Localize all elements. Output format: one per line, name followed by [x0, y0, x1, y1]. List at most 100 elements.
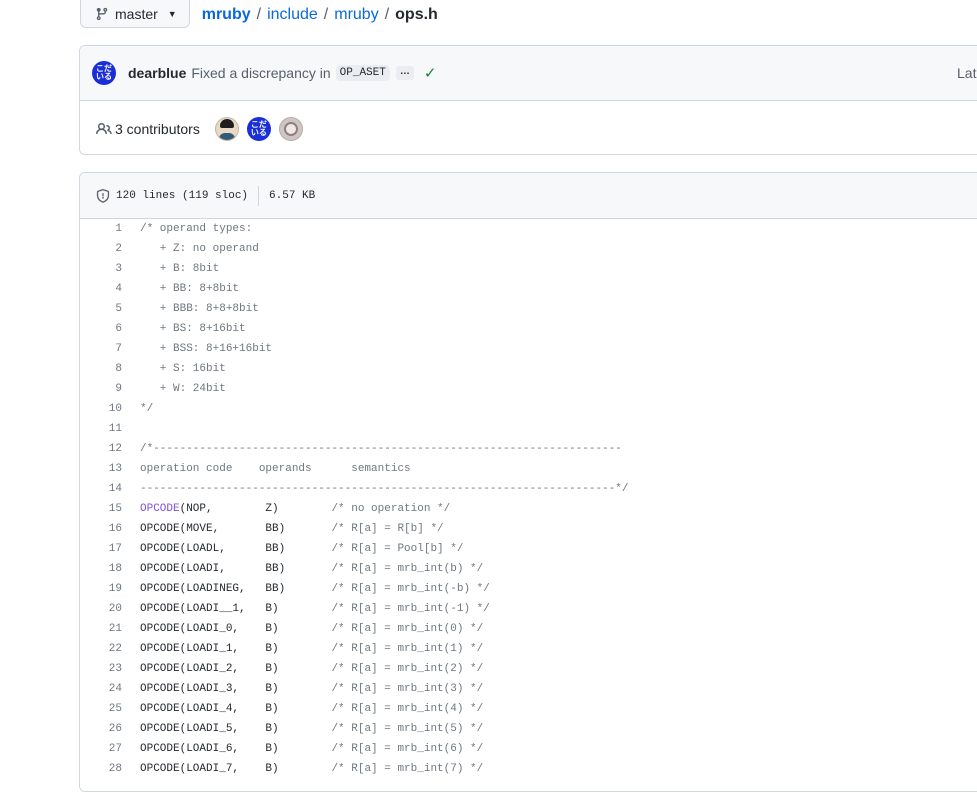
- caret-down-icon: ▼: [167, 8, 177, 19]
- line-number[interactable]: 15: [80, 499, 122, 519]
- code-line: 26 OPCODE(LOADI_5, B) /* R[a] = mrb_int(5…: [80, 719, 977, 739]
- breadcrumb-mruby-link[interactable]: mruby: [334, 6, 378, 24]
- line-number[interactable]: 10: [80, 399, 122, 419]
- contributor-avatar[interactable]: [214, 116, 239, 141]
- line-number[interactable]: 19: [80, 579, 122, 599]
- line-number[interactable]: 25: [80, 699, 122, 719]
- line-content: + BB: 8+8bit: [140, 283, 240, 295]
- contributors-count-link[interactable]: 3 contributors: [115, 121, 200, 137]
- line-number[interactable]: 6: [80, 319, 122, 339]
- code-line: 27 OPCODE(LOADI_6, B) /* R[a] = mrb_int(6…: [80, 739, 977, 759]
- line-number[interactable]: 26: [80, 719, 122, 739]
- line-number[interactable]: 13: [80, 459, 122, 479]
- divider: [258, 185, 260, 206]
- contributor-avatars: こだ いる: [214, 116, 303, 141]
- code-args: (LOADINEG, BB): [179, 583, 332, 595]
- branch-select-button[interactable]: master ▼: [80, 0, 190, 28]
- breadcrumb-repo-link[interactable]: mruby: [202, 6, 251, 24]
- latest-commit-label[interactable]: Late: [957, 65, 977, 81]
- line-number[interactable]: 21: [80, 619, 122, 639]
- commit-author-link[interactable]: dearblue: [128, 65, 186, 81]
- function-name: OPCODE: [140, 543, 180, 555]
- line-number[interactable]: 20: [80, 599, 122, 619]
- code-line: 10 */: [80, 399, 977, 419]
- contributor-avatar[interactable]: こだ いる: [246, 116, 271, 141]
- function-name: OPCODE: [140, 763, 180, 775]
- line-content: OPCODE(NOP, Z) /* no operation */: [140, 499, 450, 519]
- code-line: 19 OPCODE(LOADINEG, BB) /* R[a] = mrb_int…: [80, 579, 977, 599]
- code-args: (LOADI, BB): [179, 563, 332, 575]
- line-content: OPCODE(LOADI_1, B) /* R[a] = mrb_int(1) …: [140, 639, 483, 659]
- code-args: (LOADI__1, B): [179, 603, 332, 615]
- line-number[interactable]: 28: [80, 759, 122, 779]
- breadcrumb: mruby / include / mruby / ops.h: [202, 6, 438, 24]
- line-number[interactable]: 7: [80, 339, 122, 359]
- line-number[interactable]: 2: [80, 239, 122, 259]
- line-number[interactable]: 5: [80, 299, 122, 319]
- line-number[interactable]: 23: [80, 659, 122, 679]
- check-icon[interactable]: ✓: [424, 64, 437, 82]
- line-content: OPCODE(LOADI_5, B) /* R[a] = mrb_int(5) …: [140, 719, 483, 739]
- expand-commit-message-button[interactable]: …: [395, 66, 414, 80]
- commit-message-link[interactable]: Fixed a discrepancy in: [191, 65, 330, 81]
- code-comment: /* R[a] = mrb_int(5) */: [331, 723, 484, 735]
- line-number[interactable]: 4: [80, 279, 122, 299]
- line-number[interactable]: 17: [80, 539, 122, 559]
- code-line: 3 + B: 8bit: [80, 259, 977, 279]
- line-content: operation code operands semantics: [140, 463, 411, 475]
- function-name: OPCODE: [140, 743, 180, 755]
- contributor-avatar[interactable]: [278, 116, 303, 141]
- line-content: + W: 24bit: [140, 383, 226, 395]
- line-number[interactable]: 24: [80, 679, 122, 699]
- line-number[interactable]: 22: [80, 639, 122, 659]
- function-name: OPCODE: [140, 623, 180, 635]
- function-name: OPCODE: [140, 583, 180, 595]
- code-line: 14 --------------------------------------…: [80, 479, 977, 499]
- line-content: + B: 8bit: [140, 263, 220, 275]
- line-content: OPCODE(LOADI_6, B) /* R[a] = mrb_int(6) …: [140, 739, 483, 759]
- code-line: 2 + Z: no operand: [80, 239, 977, 259]
- people-icon: [96, 121, 112, 137]
- git-branch-icon: [95, 7, 109, 21]
- line-number[interactable]: 14: [80, 479, 122, 499]
- line-number[interactable]: 27: [80, 739, 122, 759]
- line-number[interactable]: 1: [80, 219, 122, 239]
- line-content: /*--------------------------------------…: [140, 443, 622, 455]
- code-comment: /* R[a] = R[b] */: [331, 523, 444, 535]
- code-line: 7 + BSS: 8+16+16bit: [80, 339, 977, 359]
- code-args: (LOADI_4, B): [179, 703, 332, 715]
- code-line: 23 OPCODE(LOADI_2, B) /* R[a] = mrb_int(2…: [80, 659, 977, 679]
- line-content: OPCODE(LOADI__1, B) /* R[a] = mrb_int(-1…: [140, 599, 490, 619]
- latest-commit-row: こだ いる dearblue Fixed a discrepancy in OP_…: [80, 46, 977, 101]
- line-number[interactable]: 9: [80, 379, 122, 399]
- code-comment: /* R[a] = mrb_int(6) */: [331, 743, 484, 755]
- code-line: 28 OPCODE(LOADI_7, B) /* R[a] = mrb_int(7…: [80, 759, 977, 779]
- code-comment: /* R[a] = mrb_int(-b) */: [331, 583, 490, 595]
- code-comment: /* R[a] = mrb_int(4) */: [331, 703, 484, 715]
- function-name: OPCODE: [140, 723, 180, 735]
- file-size: 6.57 KB: [269, 189, 316, 202]
- line-number[interactable]: 12: [80, 439, 122, 459]
- line-number[interactable]: 3: [80, 259, 122, 279]
- line-content: + BSS: 8+16+16bit: [140, 343, 273, 355]
- line-number[interactable]: 16: [80, 519, 122, 539]
- author-avatar[interactable]: こだ いる: [92, 61, 116, 85]
- line-number[interactable]: 8: [80, 359, 122, 379]
- code-args: (NOP, Z): [179, 503, 332, 515]
- code-line: 22 OPCODE(LOADI_1, B) /* R[a] = mrb_int(1…: [80, 639, 977, 659]
- code-line: 6 + BS: 8+16bit: [80, 319, 977, 339]
- code-line: 21 OPCODE(LOADI_0, B) /* R[a] = mrb_int(0…: [80, 619, 977, 639]
- commit-code-tag[interactable]: OP_ASET: [335, 65, 390, 81]
- line-content: OPCODE(LOADINEG, BB) /* R[a] = mrb_int(-…: [140, 579, 490, 599]
- breadcrumb-include-link[interactable]: include: [267, 6, 318, 24]
- breadcrumb-separator: /: [384, 6, 390, 23]
- latest-commit-box: こだ いる dearblue Fixed a discrepancy in OP_…: [79, 45, 977, 155]
- code-line: 18 OPCODE(LOADI, BB) /* R[a] = mrb_int(b)…: [80, 559, 977, 579]
- function-name: OPCODE: [140, 563, 180, 575]
- line-content: + BBB: 8+8+8bit: [140, 303, 259, 315]
- code-line: 24 OPCODE(LOADI_3, B) /* R[a] = mrb_int(3…: [80, 679, 977, 699]
- line-number[interactable]: 11: [80, 419, 122, 439]
- line-content: OPCODE(LOADI, BB) /* R[a] = mrb_int(b) *…: [140, 559, 483, 579]
- line-number[interactable]: 18: [80, 559, 122, 579]
- line-content: OPCODE(LOADI_3, B) /* R[a] = mrb_int(3) …: [140, 679, 483, 699]
